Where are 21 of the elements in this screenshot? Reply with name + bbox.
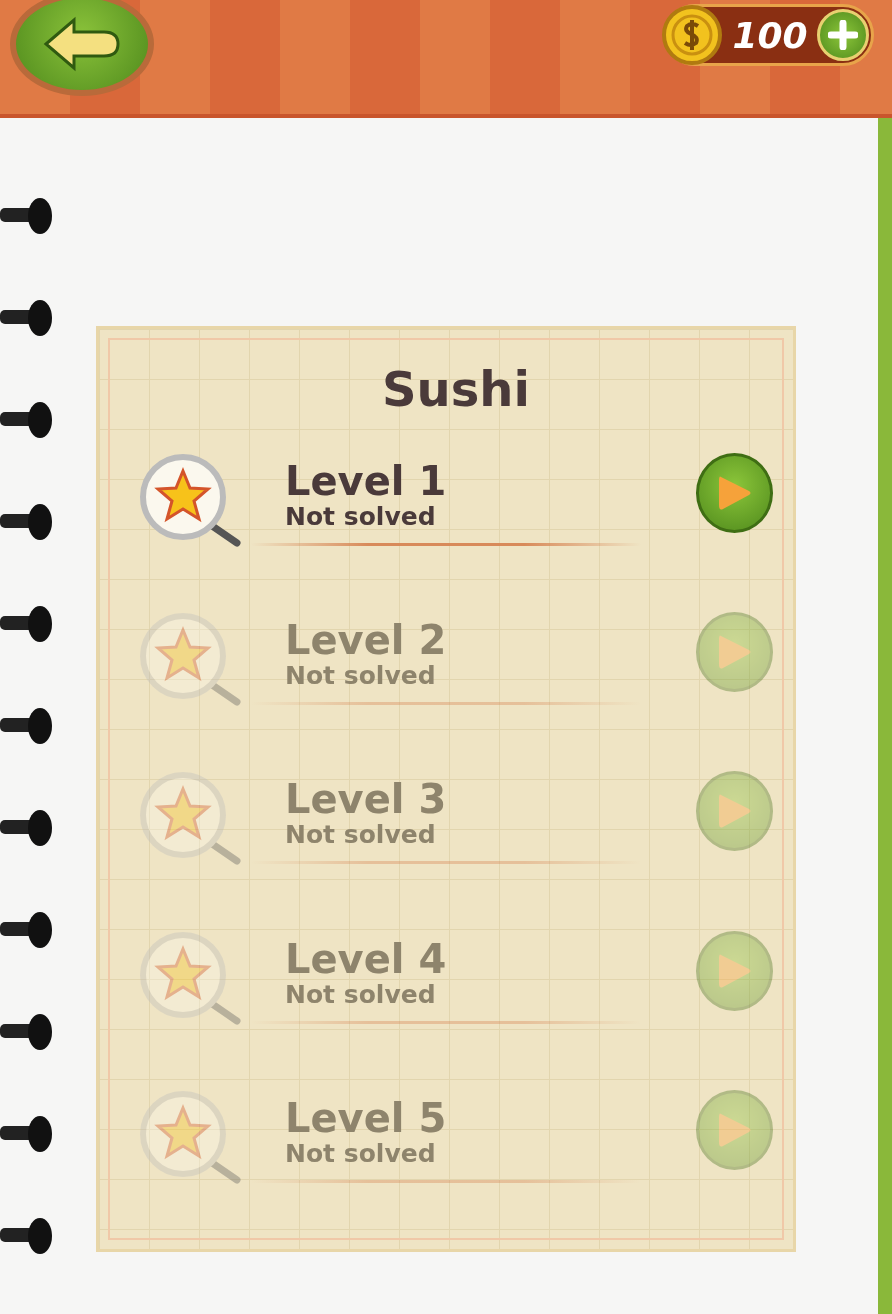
level-name: Level 1 (285, 459, 448, 503)
star-magnifier-icon (139, 612, 243, 707)
back-arrow-icon (42, 16, 122, 72)
level-name: Level 3 (285, 777, 448, 822)
level-name: Level 4 (285, 936, 448, 981)
category-title: Sushi (381, 361, 531, 417)
coin-icon (661, 4, 723, 66)
level-name: Level 5 (285, 1095, 448, 1140)
coin-amount: 100 (732, 14, 808, 56)
star-magnifier-icon (139, 453, 243, 547)
level-status: Not solved (285, 1139, 437, 1168)
level-status: Not solved (285, 503, 437, 531)
level-name: Level 2 (285, 618, 448, 663)
star-magnifier-icon (139, 771, 243, 866)
level-status: Not solved (285, 980, 437, 1009)
add-coins-button[interactable] (817, 9, 869, 61)
level-status: Not solved (285, 821, 437, 850)
star-magnifier-icon (139, 1089, 243, 1184)
level-status: Not solved (285, 662, 437, 691)
plus-icon (828, 20, 858, 50)
star-magnifier-icon (139, 930, 243, 1025)
